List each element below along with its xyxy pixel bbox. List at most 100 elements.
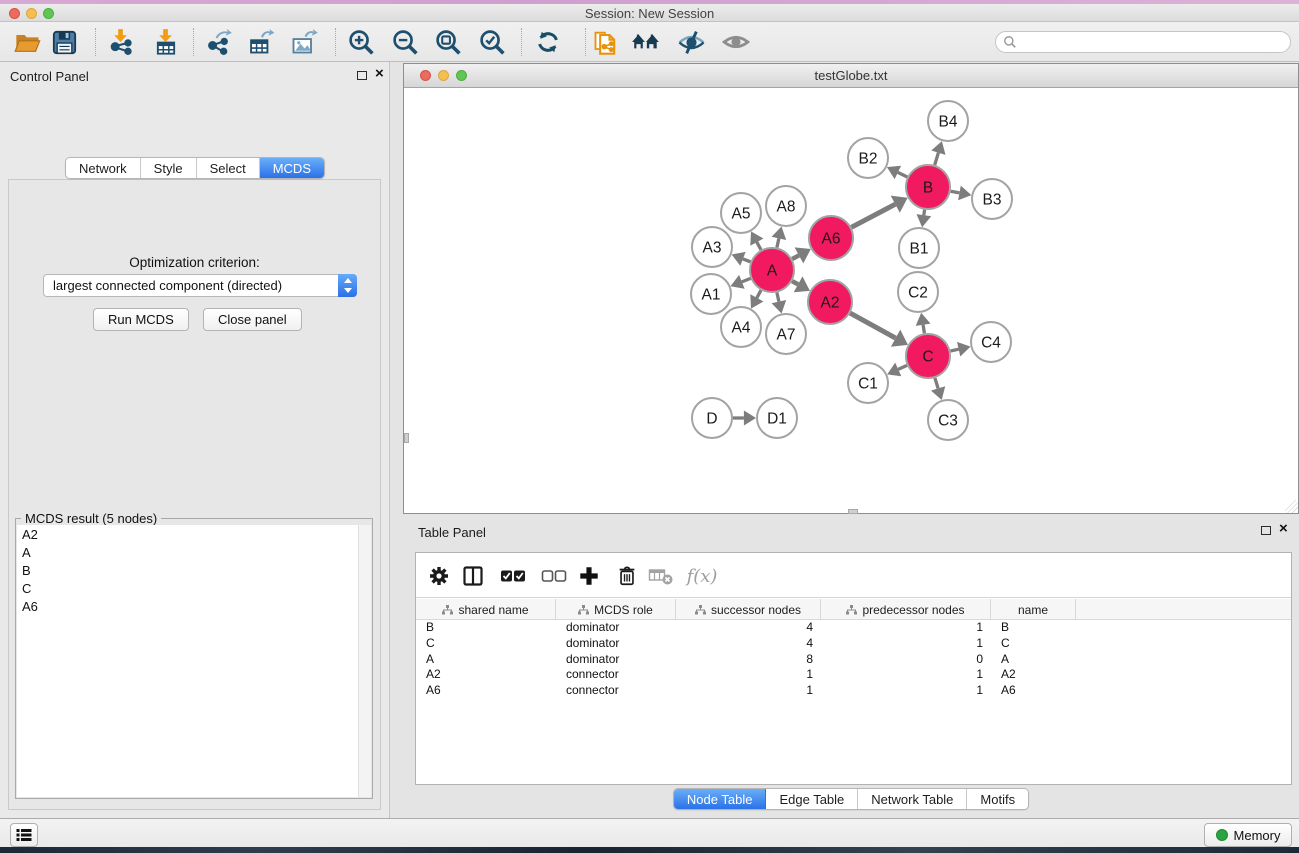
select-all-icon[interactable] — [498, 561, 528, 591]
graph-node-C4[interactable]: C4 — [971, 322, 1011, 362]
graph-node-D1[interactable]: D1 — [757, 398, 797, 438]
add-row-icon[interactable] — [574, 561, 604, 591]
graph-node-C3[interactable]: C3 — [928, 400, 968, 440]
graph-edge-C-C4[interactable] — [951, 342, 971, 357]
criterion-dropdown[interactable]: largest connected component (directed) — [43, 274, 357, 297]
graph-node-D[interactable]: D — [692, 398, 732, 438]
unselect-all-icon[interactable] — [539, 561, 569, 591]
graph-edge-A-A8[interactable] — [772, 227, 787, 248]
graph-edge-A-A3[interactable] — [732, 252, 751, 266]
network-canvas[interactable]: B4B2BB3A8A5A6B1A3AC2A1A2A4A7C4CC1DD1C3 — [404, 89, 1298, 513]
graph-edge-B-B2[interactable] — [887, 166, 907, 179]
column-header-MCDS-role[interactable]: MCDS role — [556, 599, 676, 620]
tab-style[interactable]: Style — [141, 158, 197, 178]
result-item-A2[interactable]: A2 — [17, 525, 371, 543]
table-row-B[interactable]: Bdominator41B — [416, 620, 1291, 636]
show-panel-eye-icon[interactable] — [721, 27, 751, 57]
show-column-icon[interactable] — [458, 561, 488, 591]
export-image-icon[interactable] — [289, 27, 319, 57]
graph-node-A[interactable]: A — [750, 248, 794, 292]
column-header-predecessor-nodes[interactable]: predecessor nodes — [821, 599, 991, 620]
table-row-A6[interactable]: A6connector11A6 — [416, 683, 1291, 699]
settings-gear-icon[interactable] — [424, 561, 454, 591]
go-home-icon[interactable] — [631, 27, 661, 57]
task-history-button[interactable] — [10, 823, 38, 847]
resize-grip-icon[interactable] — [1285, 500, 1298, 513]
graph-node-A2[interactable]: A2 — [808, 280, 852, 324]
hide-panel-eye-slash-icon[interactable] — [676, 27, 706, 57]
bottom-scroll-grip[interactable] — [848, 509, 858, 514]
search-input[interactable] — [1021, 35, 1290, 49]
tab-mcds[interactable]: MCDS — [260, 158, 324, 178]
export-network-icon[interactable] — [204, 27, 234, 57]
import-network-icon[interactable] — [106, 27, 136, 57]
search-field[interactable] — [995, 31, 1291, 53]
close-panel-icon[interactable]: × — [375, 65, 384, 82]
graph-edge-A-A7[interactable] — [772, 293, 787, 314]
save-session-icon[interactable] — [49, 27, 79, 57]
graph-node-C[interactable]: C — [906, 334, 950, 378]
export-table-icon[interactable] — [246, 27, 276, 57]
zoom-fit-icon[interactable] — [433, 27, 463, 57]
close-panel-button[interactable]: Close panel — [203, 308, 302, 331]
result-item-A[interactable]: A — [17, 543, 371, 561]
graph-node-C1[interactable]: C1 — [848, 363, 888, 403]
result-item-C[interactable]: C — [17, 579, 371, 597]
tab-select[interactable]: Select — [197, 158, 260, 178]
function-builder-icon[interactable]: f(x) — [682, 561, 722, 591]
open-session-icon[interactable] — [13, 27, 43, 57]
graph-edge-A2-C[interactable] — [850, 313, 908, 347]
table-row-A2[interactable]: A2connector11A2 — [416, 667, 1291, 683]
graph-edge-B-B4[interactable] — [931, 141, 945, 165]
left-scroll-grip[interactable] — [404, 433, 409, 443]
graph-node-A1[interactable]: A1 — [691, 274, 731, 314]
graph-node-B4[interactable]: B4 — [928, 101, 968, 141]
graph-edge-A-A4[interactable] — [750, 290, 763, 308]
graph-node-B2[interactable]: B2 — [848, 138, 888, 178]
table-float-icon[interactable] — [1261, 526, 1271, 535]
tab-motifs[interactable]: Motifs — [967, 789, 1028, 809]
graph-edge-D-D1[interactable] — [733, 411, 756, 426]
graph-node-A4[interactable]: A4 — [721, 307, 761, 347]
table-close-icon[interactable]: × — [1279, 520, 1288, 537]
graph-node-B[interactable]: B — [906, 165, 950, 209]
clear-table-icon[interactable] — [646, 561, 676, 591]
graph-node-A7[interactable]: A7 — [766, 314, 806, 354]
column-header-successor-nodes[interactable]: successor nodes — [676, 599, 821, 620]
memory-button[interactable]: Memory — [1204, 823, 1292, 847]
refresh-icon[interactable] — [533, 27, 563, 57]
zoom-out-icon[interactable] — [390, 27, 420, 57]
result-scrollbar[interactable] — [358, 525, 371, 797]
float-panel-icon[interactable] — [357, 71, 367, 80]
graph-edge-A-A5[interactable] — [750, 231, 763, 249]
table-row-C[interactable]: Cdominator41C — [416, 636, 1291, 652]
graph-node-B3[interactable]: B3 — [972, 179, 1012, 219]
delete-row-icon[interactable] — [612, 561, 642, 591]
zoom-selected-icon[interactable] — [477, 27, 507, 57]
graph-edge-A-A1[interactable] — [731, 275, 751, 289]
result-item-B[interactable]: B — [17, 561, 371, 579]
graph-node-A6[interactable]: A6 — [809, 216, 853, 260]
graph-edge-B-B3[interactable] — [951, 186, 972, 201]
result-item-A6[interactable]: A6 — [17, 597, 371, 615]
zoom-in-icon[interactable] — [346, 27, 376, 57]
tab-node-table[interactable]: Node Table — [674, 789, 767, 809]
graph-node-A3[interactable]: A3 — [692, 227, 732, 267]
graph-node-B1[interactable]: B1 — [899, 228, 939, 268]
graph-node-A8[interactable]: A8 — [766, 186, 806, 226]
column-header-name[interactable]: name — [991, 599, 1076, 620]
graph-edge-C-C1[interactable] — [887, 363, 907, 377]
graph-node-A5[interactable]: A5 — [721, 193, 761, 233]
graph-edge-B-B1[interactable] — [917, 210, 932, 227]
graph-edge-A6-B[interactable] — [851, 196, 907, 228]
graph-edge-C-C3[interactable] — [931, 378, 945, 400]
tab-network-table[interactable]: Network Table — [858, 789, 967, 809]
tab-network[interactable]: Network — [66, 158, 141, 178]
graph-edge-A-A2[interactable] — [792, 276, 810, 292]
graph-edge-C-C2[interactable] — [916, 313, 931, 334]
run-mcds-button[interactable]: Run MCDS — [93, 308, 189, 331]
import-table-icon[interactable] — [151, 27, 181, 57]
new-network-icon[interactable] — [591, 27, 621, 57]
column-header-shared-name[interactable]: shared name — [416, 599, 556, 620]
table-row-A[interactable]: Adominator80A — [416, 652, 1291, 668]
